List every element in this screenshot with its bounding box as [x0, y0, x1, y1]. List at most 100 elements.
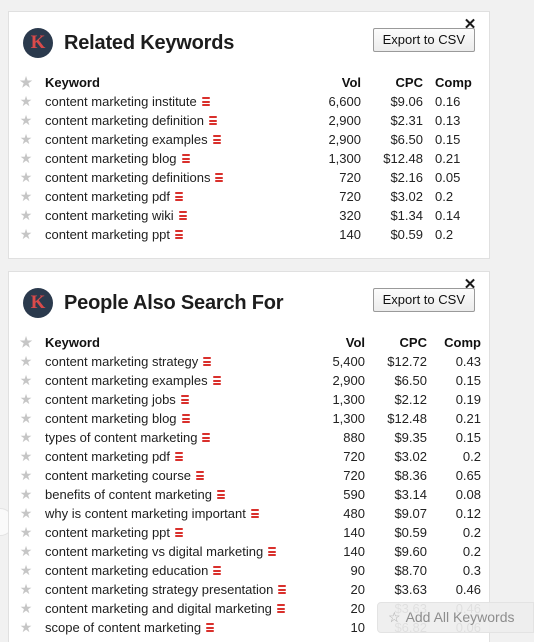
export-to-csv-button[interactable]: Export to CSV [372, 28, 475, 52]
export-to-csv-button[interactable]: Export to CSV [372, 288, 475, 312]
keyword-cell[interactable]: content marketing strategy [43, 352, 315, 371]
database-icon[interactable] [206, 623, 215, 634]
database-icon[interactable] [181, 414, 190, 425]
star-icon[interactable]: ★ [20, 563, 33, 577]
table-row[interactable]: ★ content marketing strategy presentation… [9, 580, 489, 599]
keyword-cell[interactable]: content marketing examples [43, 130, 309, 149]
table-row[interactable]: ★ benefits of content marketing 590 $3.14 0.… [9, 485, 489, 504]
table-row[interactable]: ★ why is content marketing important 480 $9… [9, 504, 489, 523]
table-row[interactable]: ★ types of content marketing 880 $9.35 0.15 [9, 428, 489, 447]
table-row[interactable]: ★ content marketing jobs 1,300 $2.12 0.19 [9, 390, 489, 409]
star-icon[interactable]: ★ [20, 335, 33, 349]
keyword-cell[interactable]: content marketing and digital marketing [43, 599, 315, 618]
keyword-cell[interactable]: content marketing blog [43, 409, 315, 428]
database-icon[interactable] [195, 471, 204, 482]
table-row[interactable]: ★ content marketing education 90 $8.70 0.3 [9, 561, 489, 580]
keyword-cell[interactable]: content marketing strategy presentation [43, 580, 315, 599]
table-row[interactable]: ★ content marketing course 720 $8.36 0.65 [9, 466, 489, 485]
database-icon[interactable] [181, 154, 190, 165]
keyword-cell[interactable]: content marketing blog [43, 149, 309, 168]
star-icon[interactable]: ★ [20, 392, 33, 406]
database-icon[interactable] [208, 116, 217, 127]
star-icon[interactable]: ★ [20, 75, 33, 89]
database-icon[interactable] [175, 192, 184, 203]
database-icon[interactable] [175, 230, 184, 241]
database-icon[interactable] [175, 452, 184, 463]
database-icon[interactable] [212, 135, 221, 146]
star-icon[interactable]: ★ [20, 620, 33, 634]
keyword-cell[interactable]: content marketing definitions [43, 168, 309, 187]
keyword-cell[interactable]: content marketing ppt [43, 523, 315, 542]
keyword-cell[interactable]: content marketing pdf [43, 187, 309, 206]
star-icon[interactable]: ★ [20, 151, 33, 165]
star-icon[interactable]: ★ [20, 468, 33, 482]
table-row[interactable]: ★ content marketing ppt 140 $0.59 0.2 [9, 523, 489, 542]
keyword-cell[interactable]: scope of content marketing [43, 618, 315, 637]
database-icon[interactable] [175, 528, 184, 539]
star-icon[interactable]: ★ [20, 411, 33, 425]
star-icon[interactable]: ★ [20, 373, 33, 387]
add-all-keywords-button[interactable]: ☆ Add All Keywords [377, 602, 534, 633]
keyword-cell[interactable]: content marketing jobs [43, 390, 315, 409]
database-icon[interactable] [212, 376, 221, 387]
table-row[interactable]: ★ content marketing vs digital marketing 1… [9, 542, 489, 561]
star-icon[interactable]: ★ [20, 449, 33, 463]
database-icon[interactable] [215, 173, 224, 184]
comp-cell: 0.12 [455, 506, 481, 521]
star-icon[interactable]: ★ [20, 582, 33, 596]
database-icon[interactable] [216, 490, 225, 501]
star-icon[interactable]: ★ [20, 506, 33, 520]
table-row[interactable]: ★ content marketing wiki 320 $1.34 0.14 [9, 206, 489, 225]
database-icon[interactable] [203, 357, 212, 368]
keyword-cell[interactable]: content marketing ppt [43, 225, 309, 244]
keyword-cell[interactable]: why is content marketing important [43, 504, 315, 523]
star-icon[interactable]: ★ [20, 525, 33, 539]
keyword-cell[interactable]: content marketing examples [43, 371, 315, 390]
database-icon[interactable] [250, 509, 259, 520]
database-icon[interactable] [178, 211, 187, 222]
table-row[interactable]: ★ content marketing examples 2,900 $6.50 0.1… [9, 130, 489, 149]
keyword-cell[interactable]: types of content marketing [43, 428, 315, 447]
star-icon[interactable]: ★ [20, 354, 33, 368]
keyword-cell[interactable]: content marketing pdf [43, 447, 315, 466]
database-icon[interactable] [268, 547, 277, 558]
add-all-keywords-label: Add All Keywords [405, 609, 515, 625]
keyword-cell[interactable]: content marketing definition [43, 111, 309, 130]
header-comp: Comp [444, 335, 481, 350]
keyword-cell[interactable]: content marketing vs digital marketing [43, 542, 315, 561]
table-row[interactable]: ★ content marketing examples 2,900 $6.50 0.1… [9, 371, 489, 390]
keyword-text: content marketing strategy presentation [45, 582, 274, 597]
keyword-cell[interactable]: benefits of content marketing [43, 485, 315, 504]
star-icon[interactable]: ★ [20, 544, 33, 558]
table-row[interactable]: ★ content marketing pdf 720 $3.02 0.2 [9, 187, 489, 206]
database-icon[interactable] [278, 585, 287, 596]
table-row[interactable]: ★ content marketing ppt 140 $0.59 0.2 [9, 225, 489, 244]
keyword-cell[interactable]: content marketing course [43, 466, 315, 485]
star-icon[interactable]: ★ [20, 170, 33, 184]
panel-title: Related Keywords [64, 31, 235, 54]
star-icon[interactable]: ★ [20, 132, 33, 146]
star-icon[interactable]: ★ [20, 189, 33, 203]
database-icon[interactable] [201, 97, 210, 108]
table-row[interactable]: ★ content marketing definitions 720 $2.16 0.… [9, 168, 489, 187]
table-row[interactable]: ★ content marketing definition 2,900 $2.31 0… [9, 111, 489, 130]
keyword-cell[interactable]: content marketing wiki [43, 206, 309, 225]
star-icon[interactable]: ★ [20, 94, 33, 108]
keyword-cell[interactable]: content marketing institute [43, 92, 309, 111]
table-row[interactable]: ★ content marketing blog 1,300 $12.48 0.21 [9, 149, 489, 168]
keyword-cell[interactable]: content marketing education [43, 561, 315, 580]
star-icon[interactable]: ★ [20, 601, 33, 615]
table-row[interactable]: ★ content marketing institute 6,600 $9.06 0.… [9, 92, 489, 111]
star-icon[interactable]: ★ [20, 208, 33, 222]
table-row[interactable]: ★ content marketing pdf 720 $3.02 0.2 [9, 447, 489, 466]
database-icon[interactable] [180, 395, 189, 406]
database-icon[interactable] [213, 566, 222, 577]
database-icon[interactable] [202, 433, 211, 444]
table-row[interactable]: ★ content marketing blog 1,300 $12.48 0.21 [9, 409, 489, 428]
star-icon[interactable]: ★ [20, 113, 33, 127]
table-row[interactable]: ★ content marketing strategy 5,400 $12.72 0.… [9, 352, 489, 371]
star-icon[interactable]: ★ [20, 430, 33, 444]
star-icon[interactable]: ★ [20, 227, 33, 241]
database-icon[interactable] [276, 604, 285, 615]
star-icon[interactable]: ★ [20, 487, 33, 501]
